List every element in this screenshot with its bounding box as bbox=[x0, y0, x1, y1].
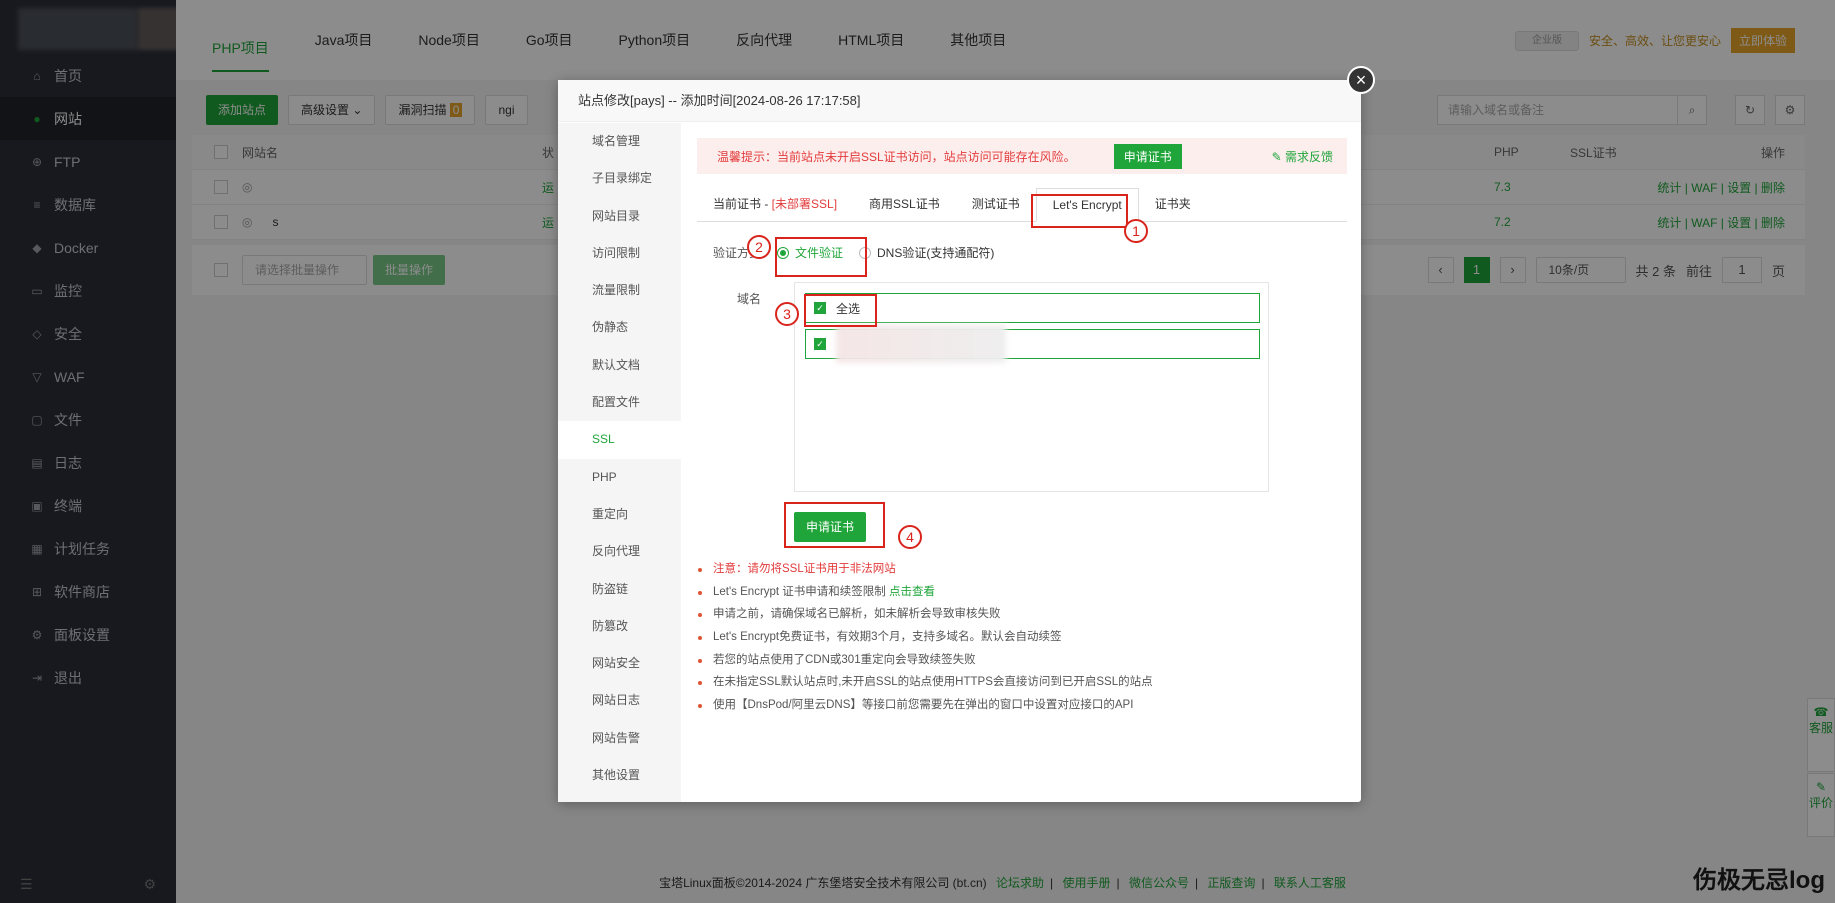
modal-nav-redirect[interactable]: 重定向 bbox=[558, 496, 681, 533]
warning-text: 温馨提示：当前站点未开启SSL证书访问，站点访问可能存在风险。 bbox=[717, 149, 1076, 164]
modal-nav-proxy[interactable]: 反向代理 bbox=[558, 533, 681, 570]
modal-nav-hotlink[interactable]: 防盗链 bbox=[558, 571, 681, 608]
modal-nav-security[interactable]: 网站安全 bbox=[558, 645, 681, 682]
annotation-badge: 1 bbox=[1124, 219, 1148, 243]
site-edit-modal: 站点修改[pays] -- 添加时间[2024-08-26 17:17:58] … bbox=[558, 80, 1361, 802]
tab-current-cert[interactable]: 当前证书 - [未部署SSL] bbox=[697, 195, 853, 221]
modal-nav-rewrite[interactable]: 伪静态 bbox=[558, 309, 681, 346]
ssl-warning: 温馨提示：当前站点未开启SSL证书访问，站点访问可能存在风险。 申请证书 ✎ 需… bbox=[697, 138, 1347, 174]
modal-nav-default-doc[interactable]: 默认文档 bbox=[558, 347, 681, 384]
annotation-badge: 3 bbox=[775, 302, 799, 326]
modal-title: 站点修改[pays] -- 添加时间[2024-08-26 17:17:58] bbox=[558, 80, 1361, 122]
tab-test-cert[interactable]: 测试证书 bbox=[956, 195, 1036, 221]
modal-nav-access[interactable]: 访问限制 bbox=[558, 235, 681, 272]
watermark: 伤极无忌log bbox=[1693, 867, 1825, 894]
annotation-box-file-verify bbox=[775, 237, 867, 277]
ssl-notes: 注意：请勿将SSL证书用于非法网站 Let's Encrypt 证书申请和续签限… bbox=[698, 558, 1153, 717]
modal-nav-other[interactable]: 其他设置 bbox=[558, 757, 681, 794]
domain-label: 域名 bbox=[737, 292, 762, 306]
close-icon[interactable]: × bbox=[1347, 66, 1375, 94]
modal-sidebar: 域名管理 子目录绑定 网站目录 访问限制 流量限制 伪静态 默认文档 配置文件 … bbox=[558, 123, 681, 802]
checkbox-checked-icon: ✓ bbox=[814, 338, 826, 350]
note-item: 注意：请勿将SSL证书用于非法网站 bbox=[698, 558, 1153, 581]
modal-nav-config[interactable]: 配置文件 bbox=[558, 384, 681, 421]
annotation-box-select-all bbox=[804, 294, 877, 327]
modal-nav-alerts[interactable]: 网站告警 bbox=[558, 720, 681, 757]
note-item: Let's Encrypt 证书申请和续签限制 点击查看 bbox=[698, 581, 1153, 604]
domain-item[interactable]: ✓ bbox=[805, 325, 1260, 363]
note-item: Let's Encrypt免费证书，有效期3个月，支持多域名。默认会自动续签 bbox=[698, 626, 1153, 649]
modal-nav-traffic[interactable]: 流量限制 bbox=[558, 272, 681, 309]
annotation-badge: 2 bbox=[747, 235, 771, 259]
modal-nav-ssl[interactable]: SSL bbox=[558, 421, 681, 459]
click-view-link[interactable]: 点击查看 bbox=[889, 586, 935, 598]
modal-nav-domain[interactable]: 域名管理 bbox=[558, 123, 681, 160]
modal-nav-php[interactable]: PHP bbox=[558, 459, 681, 496]
blurred-domain bbox=[836, 325, 1006, 363]
annotation-badge: 4 bbox=[898, 525, 922, 549]
annotation-box-lets-encrypt bbox=[1031, 194, 1128, 228]
tab-commercial-ssl[interactable]: 商用SSL证书 bbox=[853, 195, 956, 221]
tab-cert-folder[interactable]: 证书夹 bbox=[1139, 195, 1207, 221]
feedback-link[interactable]: ✎ 需求反馈 bbox=[1272, 148, 1333, 165]
ssl-tabs: 当前证书 - [未部署SSL] 商用SSL证书 测试证书 Let's Encry… bbox=[697, 184, 1347, 222]
annotation-box-apply bbox=[784, 502, 885, 548]
verify-dns-radio[interactable]: DNS验证(支持通配符) bbox=[859, 244, 994, 261]
modal-nav-tamper[interactable]: 防篡改 bbox=[558, 608, 681, 645]
modal-nav-subdir[interactable]: 子目录绑定 bbox=[558, 160, 681, 197]
edit-icon: ✎ bbox=[1271, 149, 1282, 164]
note-item: 在未指定SSL默认站点时,未开启SSL的站点使用HTTPS会直接访问到已开启SS… bbox=[698, 671, 1153, 694]
warning-apply-button[interactable]: 申请证书 bbox=[1113, 143, 1182, 169]
modal-nav-logs[interactable]: 网站日志 bbox=[558, 682, 681, 719]
modal-nav-webdir[interactable]: 网站目录 bbox=[558, 198, 681, 235]
note-item: 若您的站点使用了CDN或301重定向会导致续签失败 bbox=[698, 649, 1153, 672]
note-item: 使用【DnsPod/阿里云DNS】等接口前您需要先在弹出的窗口中设置对应接口的A… bbox=[698, 694, 1153, 717]
note-item: 申请之前，请确保域名已解析，如未解析会导致审核失败 bbox=[698, 603, 1153, 626]
